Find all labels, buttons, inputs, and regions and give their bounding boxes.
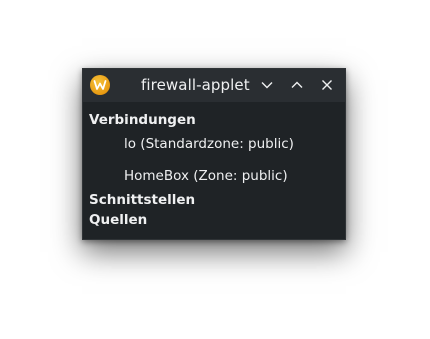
close-button[interactable] <box>319 77 335 93</box>
section-heading-sources: Quellen <box>89 212 148 228</box>
connection-item-lo[interactable]: lo (Standardzone: public) <box>83 130 345 160</box>
close-icon <box>322 80 332 90</box>
section-heading-connections: Verbindungen <box>89 112 196 128</box>
chevron-down-icon <box>261 82 273 89</box>
window-title: firewall-applet <box>141 76 250 94</box>
connections-list: lo (Standardzone: public) HomeBox (Zone:… <box>83 130 345 190</box>
section-heading-interfaces: Schnittstellen <box>89 192 196 208</box>
chevron-up-icon <box>291 81 303 88</box>
firewall-applet-logo-icon <box>90 75 110 95</box>
maximize-button[interactable] <box>289 77 305 93</box>
connection-item-homebox[interactable]: HomeBox (Zone: public) <box>83 160 345 190</box>
window-titlebar[interactable]: firewall-applet <box>83 69 345 102</box>
applet-menu: Verbindungen lo (Standardzone: public) H… <box>83 102 345 230</box>
minimize-button[interactable] <box>259 77 275 93</box>
firewall-applet-window: firewall-applet Verbindungen lo (Standar… <box>82 68 346 240</box>
